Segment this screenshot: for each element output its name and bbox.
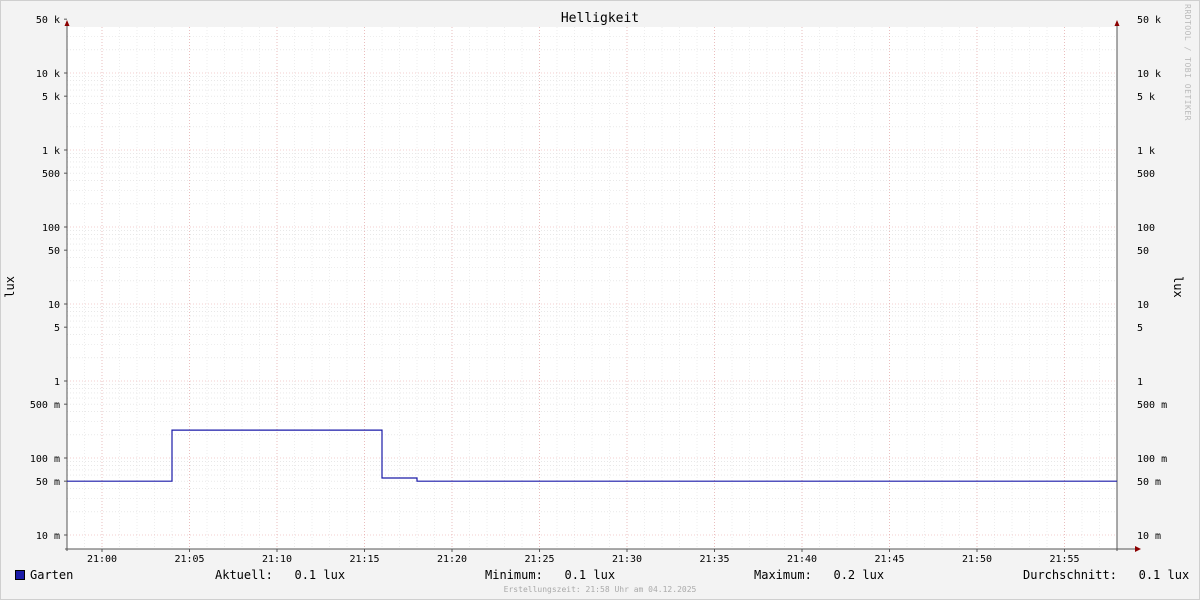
y-tick-label-left: 500 [42,169,60,180]
y-tick-label-left: 1 k [42,146,60,157]
y-tick-label-right: 50 k [1137,15,1161,26]
x-tick-label: 21:05 [174,554,204,565]
y-tick-label-right: 50 m [1137,477,1161,488]
x-axis-arrow [1135,546,1141,552]
legend-aktuell: Aktuell: 0.1 lux [215,568,346,582]
x-tick-label: 21:50 [962,554,992,565]
x-tick-label: 21:30 [612,554,642,565]
legend-maximum: Maximum: 0.2 lux [754,568,885,582]
x-tick-label: 21:35 [699,554,729,565]
x-tick-label: 21:45 [874,554,904,565]
chart-plot: 10 m 10 m 50 m 50 m 100 m 100 m 500 m 500 m 1 1 5 5… [30,15,1167,565]
y-tick-label-left: 50 [48,246,60,257]
x-tick-label: 21:15 [349,554,379,565]
y-tick-label-left: 10 m [36,531,60,542]
y-tick-label-left: 100 [42,223,60,234]
y-tick-label-right: 500 [1137,169,1155,180]
y-tick-label-right: 10 m [1137,531,1161,542]
footer-timestamp: Erstellungszeit: 21:58 Uhr am 04.12.2025 [503,585,697,594]
y-tick-label-left: 50 m [36,477,60,488]
legend-series-name: Garten [30,568,74,582]
y-axis-arrow-left [64,20,70,26]
x-tick-label: 21:55 [1049,554,1079,565]
y-tick-label-right: 5 k [1137,92,1155,103]
x-tick-label: 21:20 [437,554,467,565]
y-tick-label-right: 100 m [1137,454,1167,465]
y-tick-label-left: 10 [48,300,60,311]
y-tick-label-right: 50 [1137,246,1149,257]
y-tick-label-left: 1 [54,377,60,388]
y-tick-label-right: 500 m [1137,400,1167,411]
x-tick-label: 21:00 [87,554,117,565]
legend-durchschnitt: Durchschnitt: 0.1 lux [1023,568,1190,582]
y-tick-label-left: 10 k [36,69,60,80]
y-tick-label-left: 5 [54,323,60,334]
legend-swatch [15,570,25,580]
y-axis-arrow-right [1114,20,1120,26]
legend-minimum: Minimum: 0.1 lux [485,568,616,582]
x-tick-label: 21:40 [787,554,817,565]
y-tick-label-right: 5 [1137,323,1143,334]
y-tick-label-right: 100 [1137,223,1155,234]
y-tick-label-right: 10 k [1137,69,1161,80]
x-tick-label: 21:10 [262,554,292,565]
y-tick-label-right: 1 k [1137,146,1155,157]
y-tick-label-right: 1 [1137,377,1143,388]
x-tick-label: 21:25 [524,554,554,565]
y-tick-label-left: 500 m [30,400,60,411]
y-tick-label-left: 100 m [30,454,60,465]
y-tick-label-left: 5 k [42,92,60,103]
y-tick-label-right: 10 [1137,300,1149,311]
y-tick-label-left: 50 k [36,15,60,26]
